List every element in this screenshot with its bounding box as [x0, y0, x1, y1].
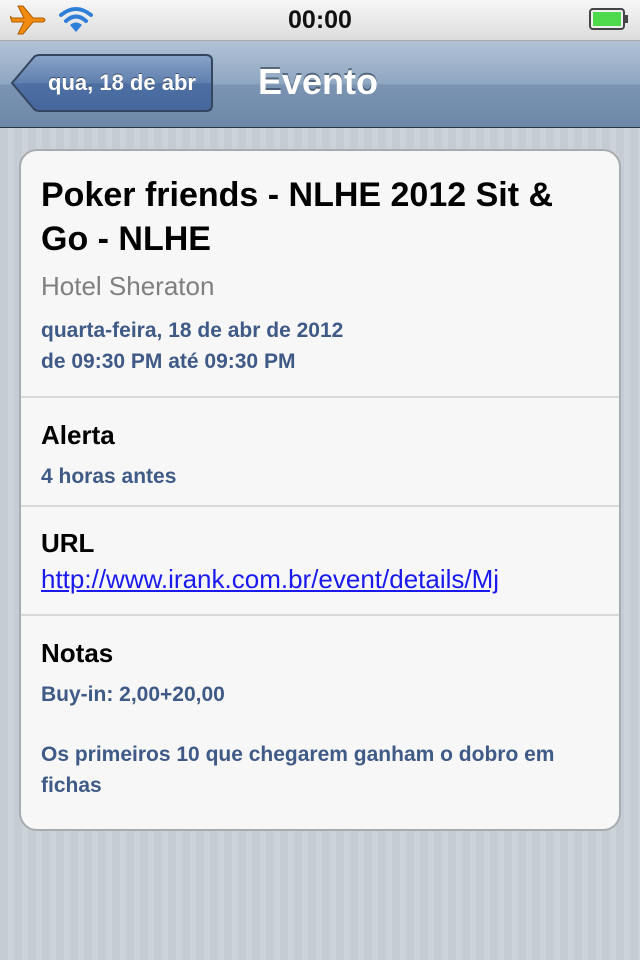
back-button[interactable]: qua, 18 de abr — [10, 54, 214, 112]
notes-buy-in: Buy-in: 2,00+20,00 — [41, 683, 225, 706]
battery-icon — [589, 8, 628, 30]
event-title: Poker friends - NLHE 2012 Sit & Go - NLH… — [41, 176, 554, 258]
event-url-link[interactable]: http://www.irank.com.br/event/details/Mj — [41, 562, 601, 596]
status-bar: 00:00 — [0, 0, 640, 41]
event-location: Hotel Sheraton — [41, 271, 215, 301]
navigation-bar: qua, 18 de abr Evento — [0, 41, 640, 128]
alert-heading: Alerta — [41, 420, 115, 450]
page-title: Evento — [257, 61, 379, 102]
notes-heading: Notas — [41, 638, 114, 668]
url-heading: URL — [41, 528, 95, 558]
status-time: 00:00 — [288, 6, 352, 34]
back-button-label: qua, 18 de abr — [48, 70, 196, 95]
alert-value[interactable]: 4 horas antes — [41, 461, 176, 492]
event-details-card: Poker friends - NLHE 2012 Sit & Go - NLH… — [19, 149, 621, 831]
divider — [21, 614, 619, 616]
event-date: quarta-feira, 18 de abr de 2012 — [41, 319, 344, 342]
event-time: de 09:30 PM até 09:30 PM — [41, 350, 296, 373]
notes-text: Os primeiros 10 que chegarem ganham o do… — [41, 743, 555, 797]
divider — [21, 505, 619, 507]
divider — [21, 396, 619, 398]
